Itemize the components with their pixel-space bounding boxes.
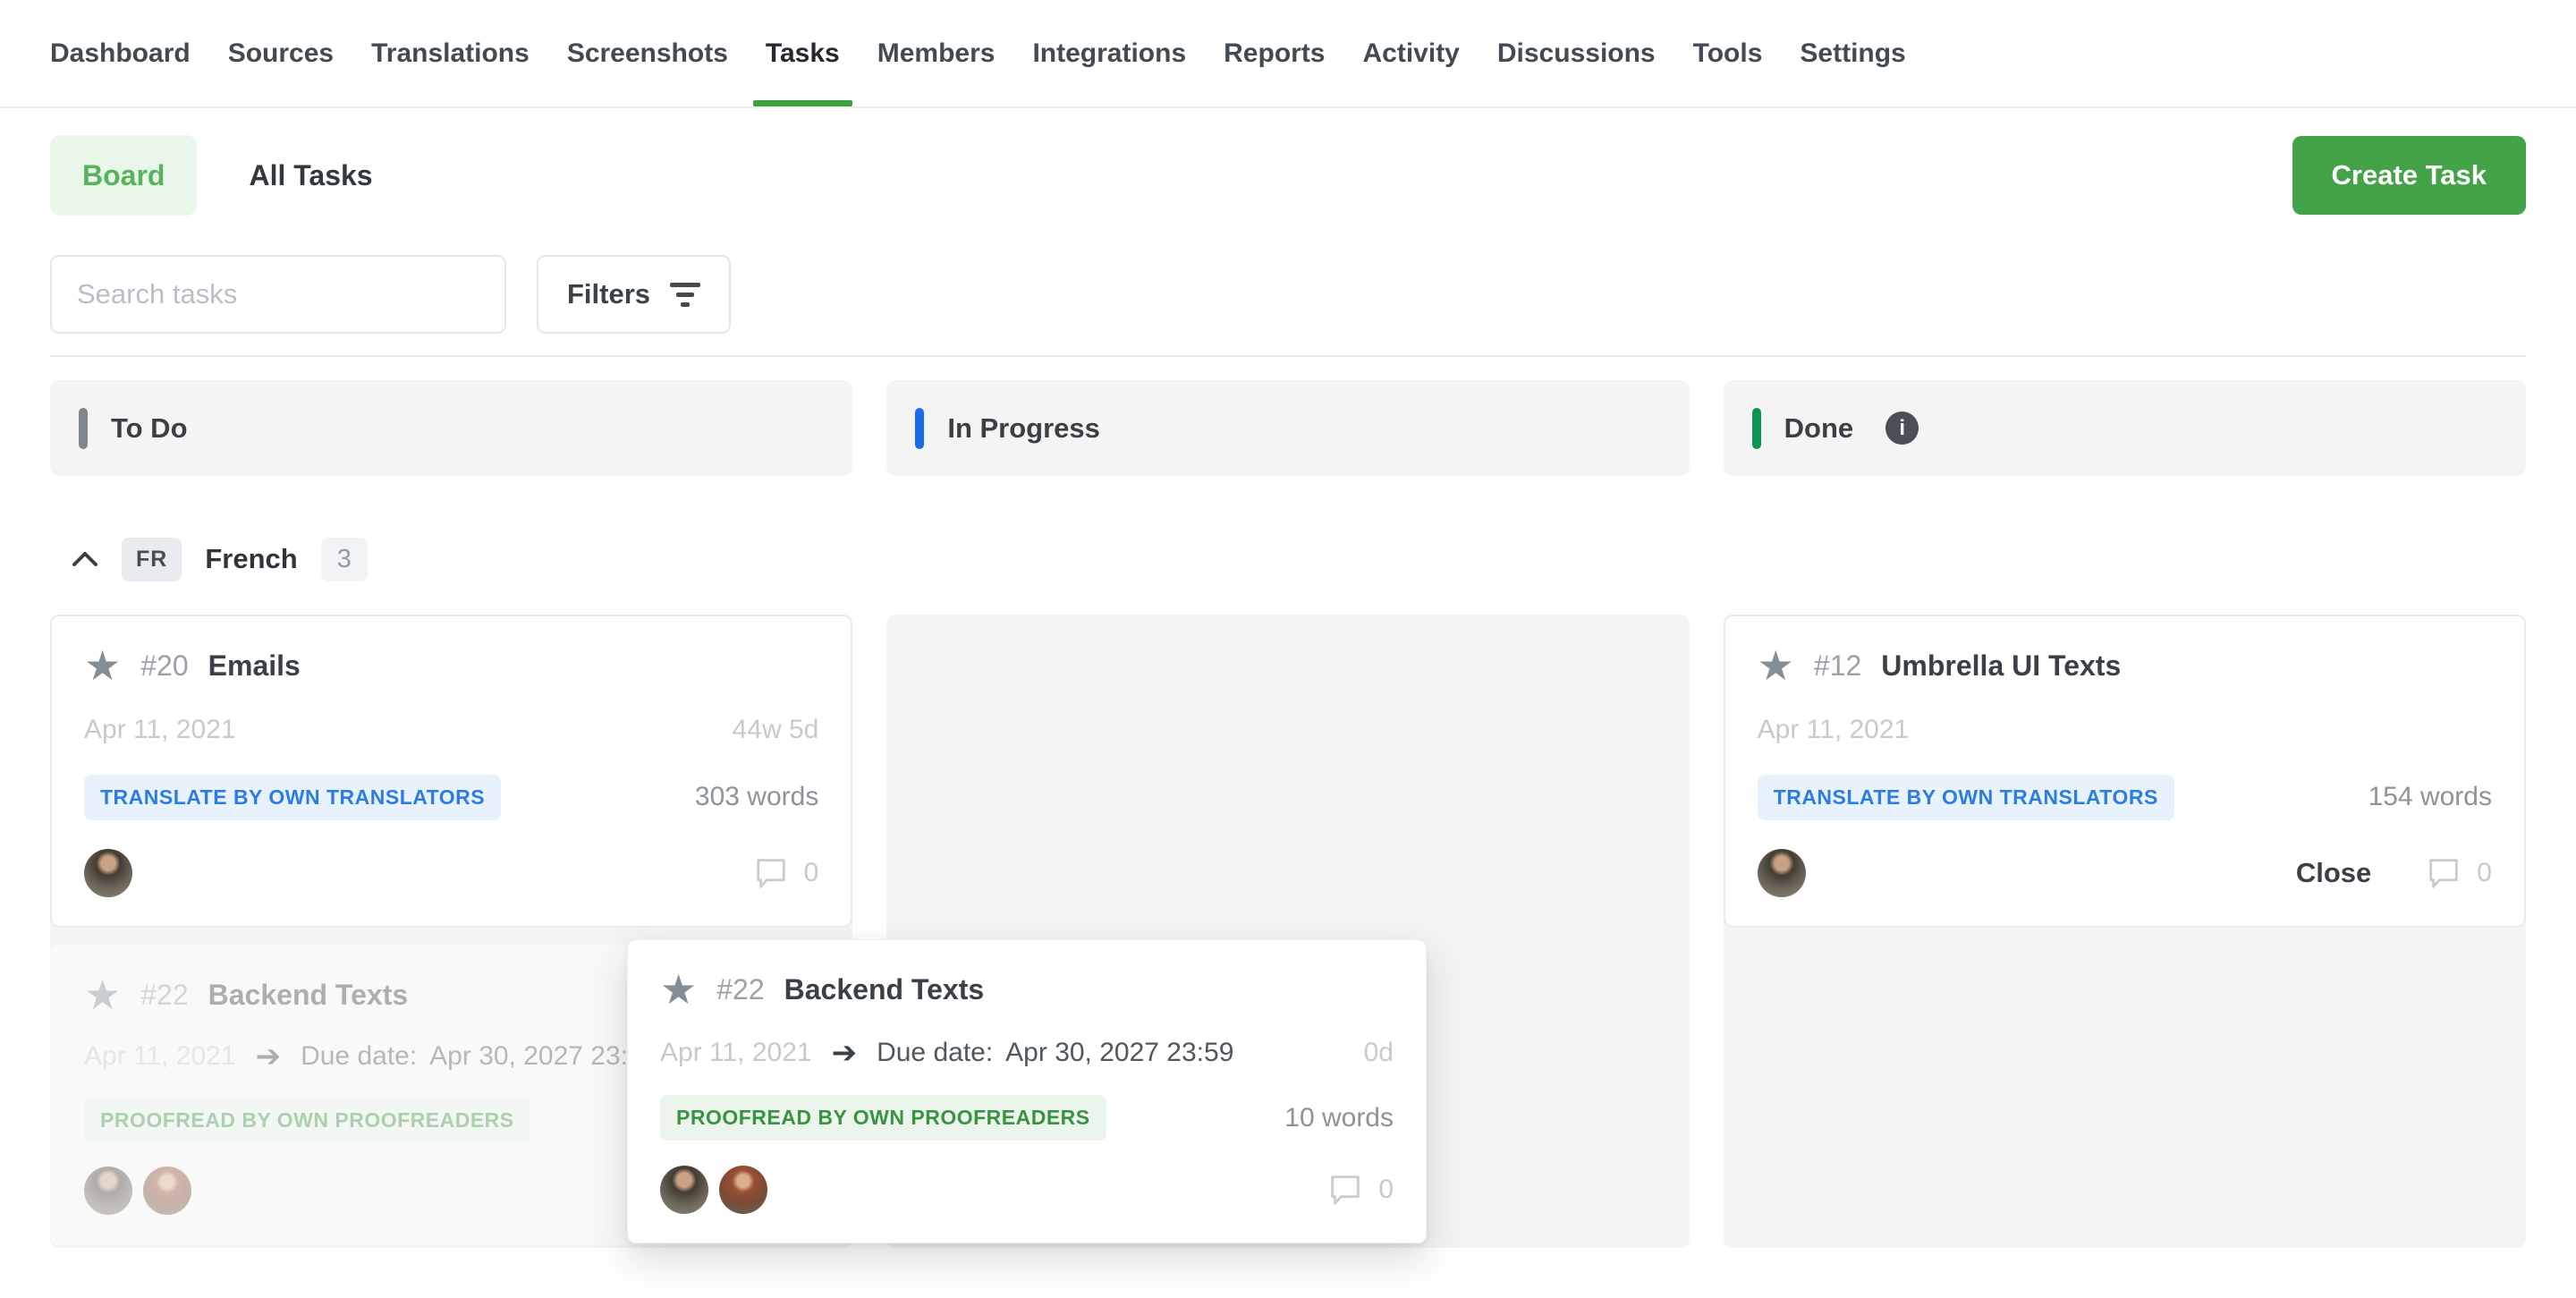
arrow-right-icon: ➔ <box>256 1039 282 1074</box>
search-input[interactable] <box>50 255 506 334</box>
column-header-todo: To Do <box>50 380 852 476</box>
nav-discussions[interactable]: Discussions <box>1497 0 1656 106</box>
word-count: 303 words <box>695 782 818 812</box>
chevron-up-icon[interactable] <box>72 551 98 567</box>
filters-button[interactable]: Filters <box>537 255 731 334</box>
comment-count: 0 <box>804 858 819 888</box>
nav-activity[interactable]: Activity <box>1363 0 1460 106</box>
language-group-header[interactable]: FR French 3 <box>72 531 2576 587</box>
task-id: #22 <box>140 979 188 1012</box>
task-title: Backend Texts <box>208 979 409 1012</box>
word-count: 10 words <box>1284 1103 1394 1133</box>
nav-screenshots[interactable]: Screenshots <box>567 0 728 106</box>
avatar-user-female-redhair <box>719 1166 767 1214</box>
nav-translations[interactable]: Translations <box>371 0 530 106</box>
task-count-badge: 3 <box>321 538 368 581</box>
info-icon[interactable]: i <box>1885 411 1919 445</box>
star-icon[interactable]: ★ <box>1758 645 1794 686</box>
avatar-user-male-glasses <box>660 1166 708 1214</box>
avatar-user-male-glasses <box>84 849 132 897</box>
arrow-right-icon: ➔ <box>832 1035 858 1071</box>
due-date-label: Due date: <box>877 1038 993 1068</box>
lane-done[interactable]: ★ #12 Umbrella UI Texts Apr 11, 2021 TRA… <box>1724 615 2526 1248</box>
column-header-in-progress: In Progress <box>886 380 1689 476</box>
assignee-avatars <box>660 1166 767 1214</box>
star-icon[interactable]: ★ <box>84 645 121 686</box>
search-row: Filters <box>50 255 2526 334</box>
nav-sources[interactable]: Sources <box>228 0 334 106</box>
todo-label: To Do <box>111 412 188 445</box>
task-id: #22 <box>716 973 764 1006</box>
tab-board[interactable]: Board <box>50 135 197 216</box>
nav-settings[interactable]: Settings <box>1800 0 1905 106</box>
task-age: 44w 5d <box>733 715 819 745</box>
task-card-12-umbrella-ui-texts[interactable]: ★ #12 Umbrella UI Texts Apr 11, 2021 TRA… <box>1724 615 2526 928</box>
comments-indicator[interactable]: 0 <box>1326 1170 1394 1209</box>
task-id: #20 <box>140 649 188 683</box>
task-type-badge: TRANSLATE BY OWN TRANSLATORS <box>84 775 501 820</box>
in-progress-label: In Progress <box>947 412 1100 445</box>
card-actions: Close 0 <box>2296 853 2492 893</box>
task-created-date: Apr 11, 2021 <box>84 1041 236 1072</box>
comments-indicator[interactable]: 0 <box>752 853 819 893</box>
comment-count: 0 <box>2477 858 2492 888</box>
in-progress-color-bar <box>915 408 924 449</box>
comment-bubble-icon <box>1326 1170 1364 1209</box>
task-title: Backend Texts <box>784 973 985 1006</box>
nav-tools[interactable]: Tools <box>1693 0 1763 106</box>
assignee-avatars <box>1758 849 1806 897</box>
comment-count: 0 <box>1378 1175 1394 1205</box>
column-headers: To Do In Progress Done i <box>50 380 2526 476</box>
comment-bubble-icon <box>2425 853 2462 893</box>
avatar-user-male-glasses <box>84 1167 132 1215</box>
language-code-badge: FR <box>122 538 182 581</box>
close-task-button[interactable]: Close <box>2296 857 2371 889</box>
nav-integrations[interactable]: Integrations <box>1032 0 1186 106</box>
todo-color-bar <box>79 408 88 449</box>
comment-bubble-icon <box>752 853 790 893</box>
avatar-user-male-glasses <box>1758 849 1806 897</box>
divider <box>50 355 2526 357</box>
tasks-board-page: Dashboard Sources Translations Screensho… <box>0 0 2576 1298</box>
filters-label: Filters <box>567 278 650 310</box>
column-header-done: Done i <box>1724 380 2526 476</box>
task-created-date: Apr 11, 2021 <box>1758 715 1910 745</box>
task-created-date: Apr 11, 2021 <box>660 1038 812 1068</box>
assignee-avatars <box>84 849 132 897</box>
task-card-22-backend-dragged[interactable]: ★ #22 Backend Texts Apr 11, 2021 ➔ Due d… <box>627 939 1427 1243</box>
due-date-value: Apr 30, 2027 23:59 <box>429 1041 657 1072</box>
task-type-badge: PROOFREAD BY OWN PROOFREADERS <box>84 1098 530 1143</box>
task-id: #12 <box>1814 649 1861 683</box>
active-tab-underline <box>753 100 852 106</box>
task-type-badge: TRANSLATE BY OWN TRANSLATORS <box>1758 775 2174 820</box>
word-count: 154 words <box>2368 782 2492 812</box>
nav-dashboard[interactable]: Dashboard <box>50 0 191 106</box>
task-card-20-emails[interactable]: ★ #20 Emails Apr 11, 2021 44w 5d TRANSLA… <box>50 615 852 928</box>
create-task-button[interactable]: Create Task <box>2292 136 2526 215</box>
task-title: Emails <box>208 649 301 683</box>
top-navigation: Dashboard Sources Translations Screensho… <box>0 0 2576 108</box>
nav-members[interactable]: Members <box>877 0 996 106</box>
task-age: 0d <box>1364 1038 1394 1068</box>
language-name: French <box>205 543 297 575</box>
nav-tasks-label: Tasks <box>766 38 840 69</box>
done-color-bar <box>1752 408 1761 449</box>
task-type-badge: PROOFREAD BY OWN PROOFREADERS <box>660 1095 1106 1141</box>
assignee-avatars <box>84 1167 191 1215</box>
due-date-label: Due date: <box>301 1041 417 1072</box>
done-label: Done <box>1784 412 1854 445</box>
tab-all-tasks[interactable]: All Tasks <box>249 159 372 192</box>
filter-icon <box>670 283 700 307</box>
task-title: Umbrella UI Texts <box>1881 649 2121 683</box>
board-toolbar: Board All Tasks Create Task <box>50 135 2526 216</box>
task-created-date: Apr 11, 2021 <box>84 715 236 745</box>
avatar-user-female-redhair <box>143 1167 191 1215</box>
due-date-value: Apr 30, 2027 23:59 <box>1005 1038 1233 1068</box>
nav-tasks[interactable]: Tasks <box>766 0 840 106</box>
nav-reports[interactable]: Reports <box>1224 0 1325 106</box>
board-lanes: ★ #20 Emails Apr 11, 2021 44w 5d TRANSLA… <box>50 615 2526 1248</box>
star-icon: ★ <box>84 974 121 1015</box>
star-icon[interactable]: ★ <box>660 969 697 1010</box>
